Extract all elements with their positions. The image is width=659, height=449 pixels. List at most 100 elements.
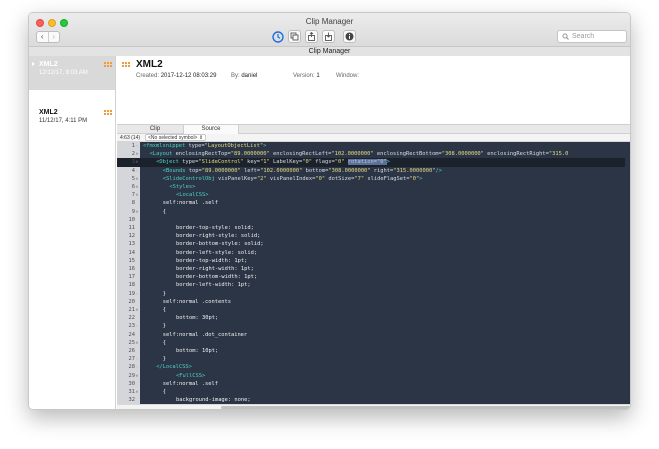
fold-toggle-icon[interactable]: ⊖ [135,339,139,347]
line-number: 11 [128,225,136,231]
grid-icon [104,110,112,117]
clip-list-item[interactable]: XML2 11/12/17, 4:11 PM [29,104,115,138]
code-line[interactable]: 32 background-image: none; [117,396,625,404]
code-line[interactable]: 29 ⊖ <FullCSS> [117,372,625,380]
info-icon[interactable] [343,30,356,43]
fold-toggle-icon[interactable]: ⊖ [135,183,139,191]
code-line[interactable]: 25 ⊖ { [117,339,625,347]
source-code-editor[interactable]: 1 ◦ <fmxmlsnippet type="LayoutObjectList">… [117,142,630,404]
code-line[interactable]: 30 self:normal .self [117,380,625,388]
line-number: 8 [131,200,135,207]
back-button[interactable]: ‹ [37,32,48,42]
fold-toggle-icon[interactable]: ⊖ [135,306,139,314]
forward-button[interactable]: › [47,32,60,42]
code-line[interactable]: 28 ◦ </LocalCSS> [117,363,625,371]
code-text: border-top-style: solid; [176,225,254,231]
code-line[interactable]: 16 border-right-width: 1pt; [117,265,625,273]
horizontal-scroll-thumb[interactable] [221,406,630,409]
fold-toggle-icon[interactable]: ◦ [135,167,139,175]
code-text: self:normal .self [162,380,218,387]
code-text: <LocalCSS> [176,192,209,199]
fold-toggle-icon[interactable]: ◦ [135,322,139,330]
search-icon [562,33,569,40]
fold-toggle-icon[interactable]: ⊖ [135,208,139,216]
author-meta: By: daniel [231,73,257,79]
code-line[interactable]: 12 border-right-style: solid; [117,232,625,240]
fold-toggle-icon[interactable]: ◦ [135,142,139,150]
code-text: border-bottom-style: solid; [176,241,264,248]
share-export-icon[interactable] [305,30,318,43]
clip-list-item-selected[interactable]: XML2 12/12/17, 8:03 AM [29,56,115,90]
toolbar-icons [271,30,356,43]
code-text: bottom: 30pt; [176,315,219,322]
fold-toggle-icon[interactable]: ⊖ [135,175,139,183]
grid-icon [122,62,130,69]
copy-icon[interactable] [288,30,301,43]
line-number: 17 [128,274,136,281]
tab-clip[interactable]: Clip [127,125,183,134]
code-text: border-right-style: solid; [176,233,261,240]
line-number: 4 [131,167,135,174]
code-text: { [162,307,167,313]
symbol-selector[interactable]: <No selected symbol> ⇕ [145,134,207,141]
code-line[interactable]: 13 border-bottom-style: solid; [117,240,625,248]
clip-name: XML2 [39,61,58,68]
grid-icon [104,62,112,69]
history-clock-icon[interactable] [271,30,284,43]
code-line[interactable]: 4 ◦ <Bounds top="89.0000000" left="102.000… [117,167,625,175]
fold-toggle-icon[interactable]: ◦ [135,290,139,298]
fold-toggle-icon[interactable]: ⊖ [135,191,139,199]
code-text: <FullCSS> [176,372,206,379]
navigation-buttons: ‹ › [36,31,60,43]
view-tabs: Clip Source [117,124,630,134]
fold-toggle-icon[interactable]: ⊖ [135,150,139,158]
fold-toggle-icon[interactable]: ◦ [135,363,139,371]
fold-toggle-icon[interactable]: ⊖ [135,372,139,380]
code-line[interactable]: 31 ⊖ { [117,388,625,396]
code-line[interactable]: 21 ⊖ { [117,306,625,314]
line-number: 25 [128,339,136,346]
code-line[interactable]: 26 bottom: 10pt; [117,347,625,355]
code-text: border-right-width: 1pt; [176,266,254,272]
line-number: 26 [128,348,136,354]
fold-toggle-icon[interactable]: ◦ [135,355,139,363]
code-line[interactable]: 10 [117,216,625,224]
code-line[interactable]: 11 border-top-style: solid; [117,224,625,232]
created-value: 2017-12-12 08:03:29 [160,73,217,79]
code-text: <Bounds top="89.0000000" left="102.00000… [162,167,442,174]
title-bar: Clip Manager ‹ › Search Clip Manager [29,13,630,56]
fold-toggle-icon[interactable]: ⊖ [135,158,139,166]
code-line[interactable]: 17 border-bottom-width: 1pt; [117,273,625,281]
code-line[interactable]: 5 ⊖ <SlideControlObj visPanelKey="2" visPa… [117,175,625,183]
fold-toggle-icon[interactable]: ⊖ [135,388,139,396]
tab-source[interactable]: Source [183,125,239,134]
code-line[interactable]: 22 bottom: 30pt; [117,314,625,322]
code-text: border-top-width: 1pt; [176,257,248,264]
code-line[interactable]: 24 self:normal .dot_container [117,331,625,339]
code-line[interactable]: 19 ◦} [117,290,625,298]
code-line[interactable]: 9 ⊖ { [117,208,625,216]
code-line[interactable]: 27 ◦} [117,355,625,363]
code-line[interactable]: 2 ⊖ <Layout enclosingRectTop="89.0000000" … [117,150,625,158]
clip-detail-header: XML2 Created: 2017-12-12 08:03:29 By: da… [117,56,630,124]
code-text: </LocalCSS> [156,364,192,371]
by-label: By: [231,73,240,79]
code-line[interactable]: 8 self:normal .self [117,199,625,207]
code-text: bottom: 10pt; [176,348,219,354]
code-text: border-left-width: 1pt; [176,282,251,289]
code-line[interactable]: 18 border-left-width: 1pt; [117,281,625,289]
code-line[interactable]: 20 self:normal .contents [117,298,625,306]
code-line[interactable]: 6 ⊖ <Styles> [117,183,625,191]
code-line[interactable]: 7 ⊖ <LocalCSS> [117,191,625,199]
line-number: 10 [128,216,136,223]
code-line[interactable]: 23 ◦} [117,322,625,330]
code-line[interactable]: 15 border-top-width: 1pt; [117,257,625,265]
clip-manager-window: Clip Manager ‹ › Search Clip Manager XML… [28,12,631,410]
horizontal-scrollbar[interactable] [117,404,630,409]
import-icon[interactable] [322,30,335,43]
code-line[interactable]: 1 ◦ <fmxmlsnippet type="LayoutObjectList"> [117,142,625,150]
code-line[interactable]: 14 border-left-style: solid; [117,249,625,257]
code-line[interactable]: 3 ⊖ <Object type="SlideControl" key="1" La… [117,158,625,167]
line-number: 30 [128,380,136,387]
editor-info-bar: 4:63 (14) <No selected symbol> ⇕ [117,134,630,142]
